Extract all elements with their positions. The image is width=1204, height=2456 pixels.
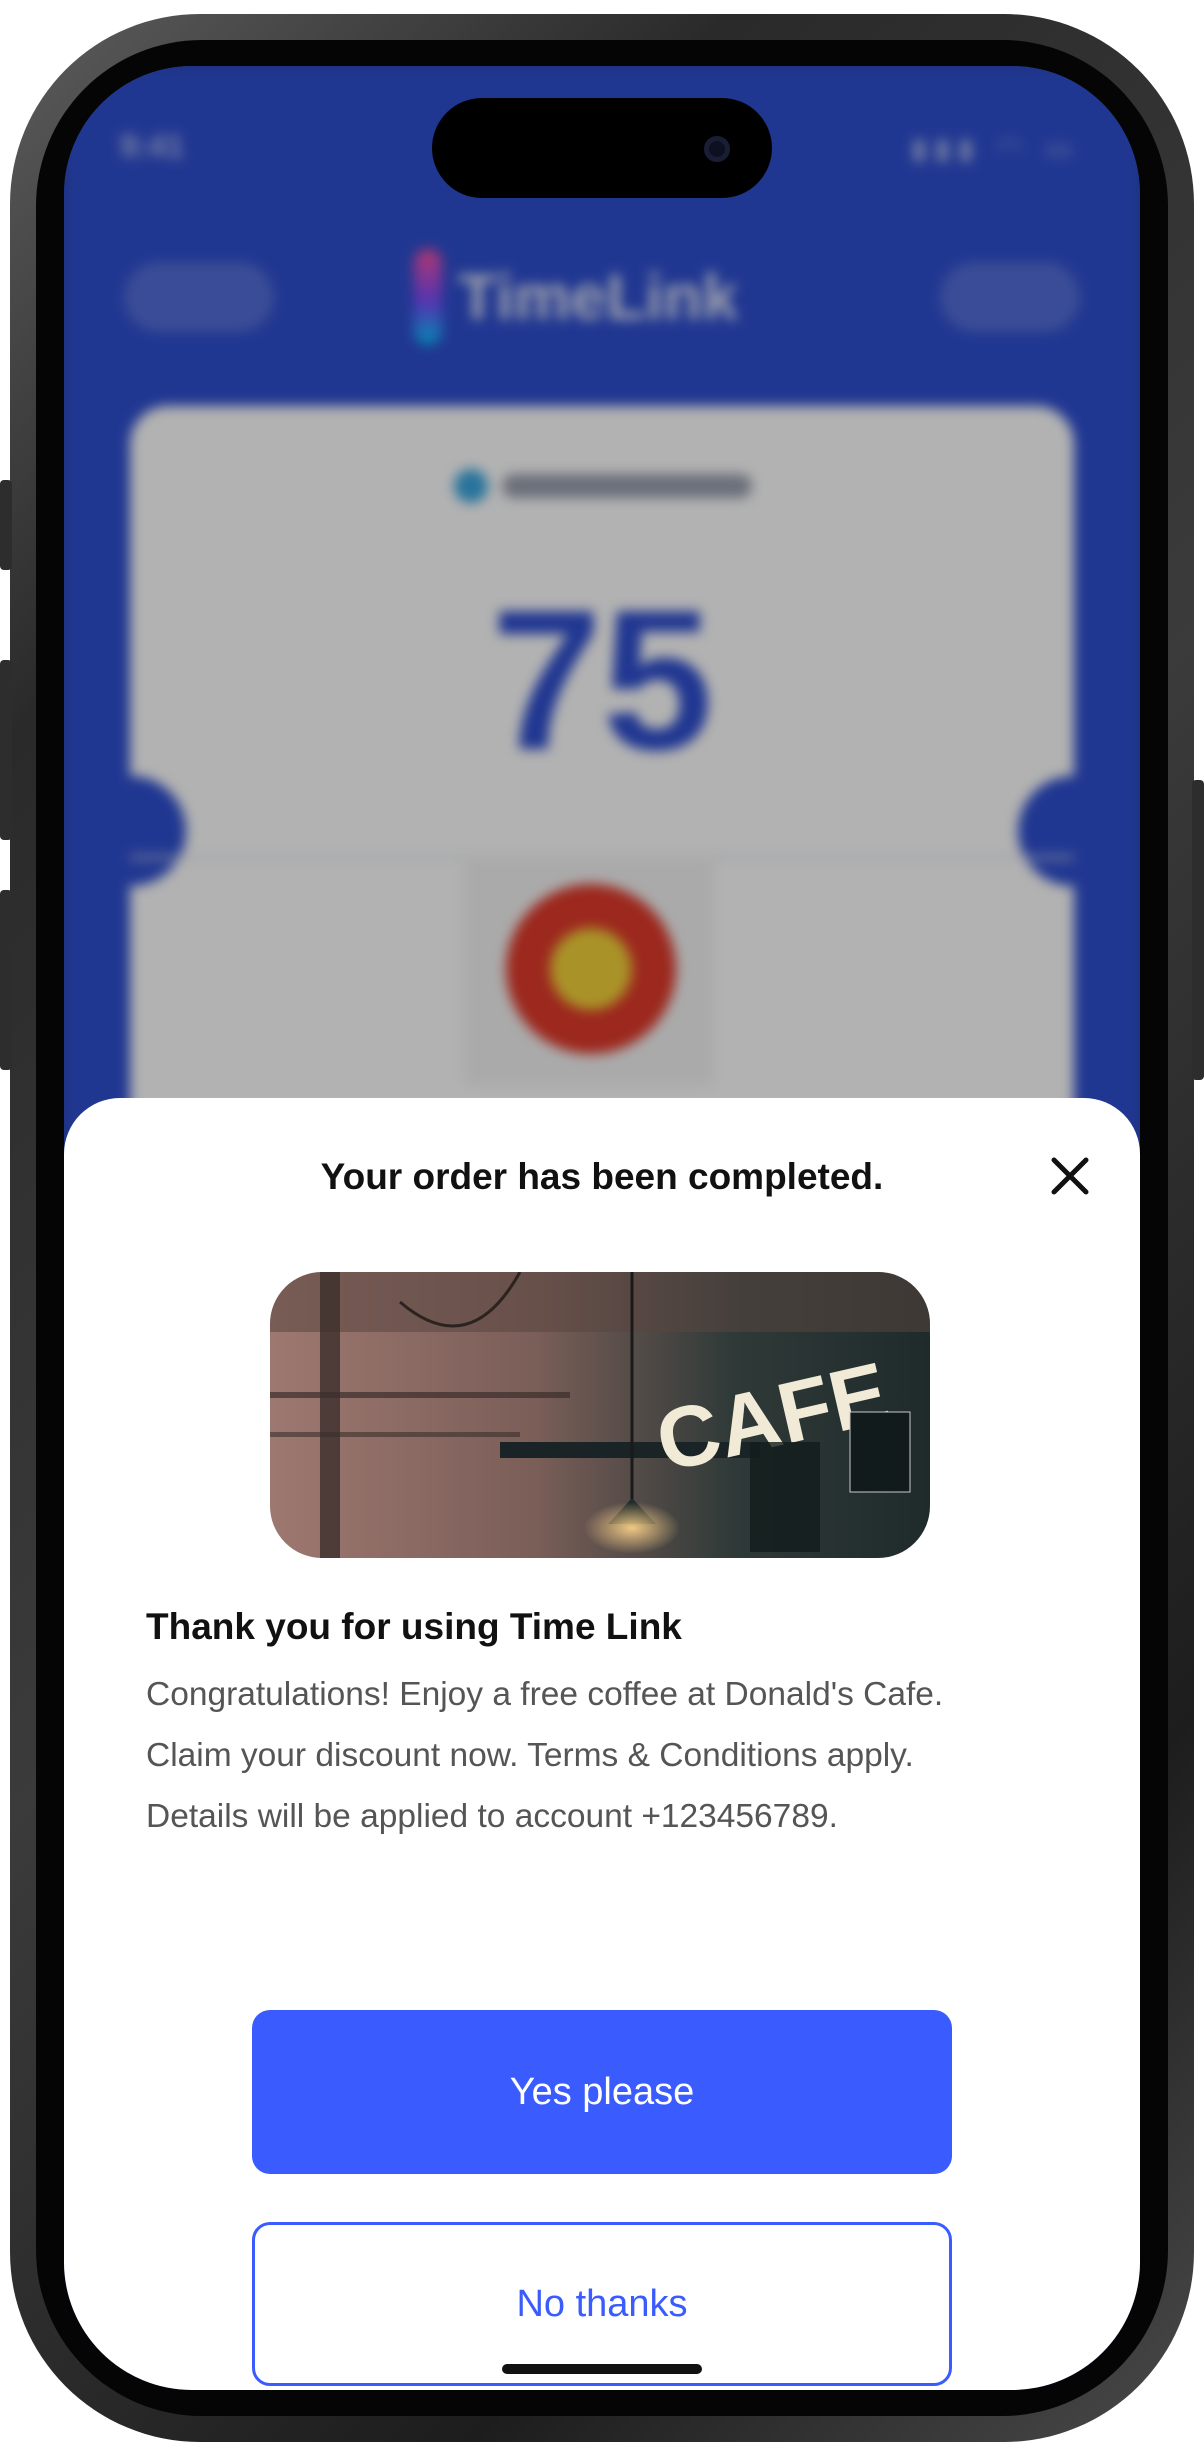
power-button [1192,780,1204,1080]
modal-body-line: Congratulations! Enjoy a free coffee at … [146,1676,944,1713]
camera-lens-icon [704,136,730,162]
close-icon [1051,1157,1089,1195]
no-thanks-button[interactable]: No thanks [252,2222,952,2386]
close-button[interactable] [1042,1148,1098,1204]
phone-screen: 9:41 ▮▮▮ ◠ ▭ TimeLink 75 Your order has … [64,66,1140,2390]
modal-body-line: Details will be applied to account +1234… [146,1798,838,1835]
volume-down-button [0,890,12,1070]
bottom-sheet-modal: Your order has been completed. CAFE Than… [64,1098,1140,2390]
modal-body: Congratulations! Enjoy a free coffee at … [146,1664,1096,1847]
volume-up-button [0,660,12,840]
modal-title: Your order has been completed. [320,1156,884,1197]
modal-body-line: Claim your discount now. Terms & Conditi… [146,1737,914,1774]
cafe-image: CAFE [270,1272,930,1558]
action-button [0,480,12,570]
home-indicator[interactable] [502,2364,702,2374]
yes-please-button[interactable]: Yes please [252,2010,952,2174]
modal-heading: Thank you for using Time Link [146,1606,682,1647]
